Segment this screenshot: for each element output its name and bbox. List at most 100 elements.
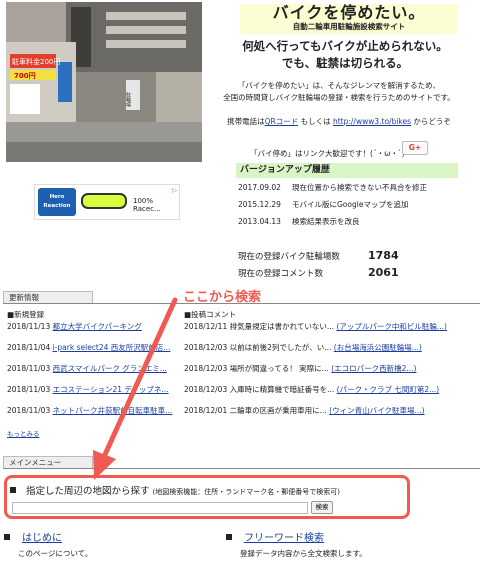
parking-count-label: 現在の登録バイク駐輪場数 (238, 252, 340, 262)
site-intro: 「バイクを停めたい」は、そんなジレンマを解消するため、 全国の時間貸しバイク駐輪… (198, 80, 480, 104)
comment-date: 2018/12/03 (184, 364, 228, 373)
comment-text: 場所が間違ってる！ 実際に... (229, 364, 329, 373)
section-divider (3, 468, 480, 469)
list-item: 2018/12/03 場所が間違ってる！ 実際に... (エコロパーク西新橋2.… (184, 364, 476, 385)
site-subtitle: 自動二輪車用駐輪施設検索サイト (292, 22, 406, 31)
mobile-access: 携帯電話はQRコード もしくは http://www3.to/bikes からど… (198, 116, 480, 127)
bullet-square-icon (4, 534, 10, 540)
menu-item-freeword: フリーワード検索 (226, 529, 324, 544)
ad-text: 100% Racec... (133, 197, 161, 213)
mobile-middle: もしくは (298, 117, 333, 126)
photo-sign: 700円 (14, 72, 36, 80)
item-date: 2018/11/13 (7, 322, 51, 331)
parking-count: 1784 (368, 249, 399, 262)
comment-date: 2018/12/03 (184, 385, 228, 394)
search-here-callout: ここから検索 (183, 290, 262, 305)
google-plus-button[interactable]: G+ (402, 141, 428, 155)
goggle-image (81, 193, 127, 209)
ad-choices-icon[interactable]: ▷ (172, 187, 177, 194)
link-free-notice: 「バイ停め」はリンク大歓迎です！(´・ω・`) (250, 149, 405, 158)
comment-text: 以前は前後2列でしたが、い... (229, 343, 332, 352)
list-item: 2018/12/03 以前は前後2列でしたが、い... (お台場海浜公園駐輪場.… (184, 343, 476, 364)
bullet-square-icon (10, 487, 16, 493)
item-link[interactable]: i-park select24 西友所沢駅前店... (53, 343, 171, 352)
parking-photo: 駐車料金200円 700円 駐輪場 (6, 2, 202, 162)
list-item: 2018/11/03 エコステーション21 ディップネ... (7, 385, 177, 406)
item-date: 2018/11/03 (7, 364, 51, 373)
history-date: 2013.04.13 (238, 217, 281, 226)
registration-stats: 現在の登録バイク駐輪場数 1784 現在の登録コメント数 2061 (238, 249, 399, 283)
photo-sign: 駐車料金200円 (12, 57, 60, 66)
comment-count: 2061 (368, 266, 399, 279)
list-item: 2018/11/04 i-park select24 西友所沢駅前店... (7, 343, 177, 364)
new-registrations: ■新規登録 2018/11/13 都立大学バイクパーキング 2018/11/04… (7, 309, 177, 438)
menu-item-intro: はじめに (4, 529, 62, 544)
comment-place-link[interactable]: (パーク・クラブ 七間町第2...) (337, 385, 440, 394)
item-date: 2018/11/03 (7, 385, 51, 394)
freeword-search-link[interactable]: フリーワード検索 (244, 533, 324, 544)
comment-count-row: 現在の登録コメント数 2061 (238, 266, 399, 283)
comment-text: 入庫時に精算機で暗証番号を... (229, 385, 335, 394)
intro-line-2: 全国の時間貸しバイク駐輪場の登録・検索を行うためのサイトです。 (223, 93, 455, 102)
map-search-title: 指定した周辺の地図から探す (地図検索機能：住所・ランドマーク名・郵便番号で検索… (10, 483, 340, 497)
item-link[interactable]: 都立大学バイクパーキング (53, 322, 142, 331)
history-row: 2017.09.02 現在位置から検索できない不具合を修正 (238, 182, 474, 193)
see-more-link[interactable]: もっとみる (7, 428, 40, 438)
catch-line-2: でも、駐禁は切られる。 (281, 56, 409, 70)
catch-copy: 何処へ行ってもバイクが止められない。 でも、駐禁は切られる。 (210, 38, 480, 72)
history-row: 2015.12.29 モバイル版にGoogleマップを追加 (238, 199, 474, 210)
item-date: 2018/11/04 (7, 343, 51, 352)
list-item: 2018/12/01 二輪車の区画が乗用車用に... (ウィン青山バイク駐車場.… (184, 406, 476, 427)
comment-date: 2018/12/03 (184, 343, 228, 352)
intro-description: このページについて。 (18, 549, 93, 558)
comment-date: 2018/12/01 (184, 406, 228, 415)
version-history: 2017.09.02 現在位置から検索できない不具合を修正 2015.12.29… (238, 182, 474, 233)
comment-place-link[interactable]: (お台場海浜公園駐輪場...) (334, 343, 422, 352)
list-item: 2018/12/03 入庫時に精算機で暗証番号を... (パーク・クラブ 七間町… (184, 385, 476, 406)
map-search-note: (地図検索機能：住所・ランドマーク名・郵便番号で検索可) (152, 488, 341, 496)
mobile-prefix: 携帯電話は (227, 117, 265, 126)
list-item: 2018/12/11 排気量規定は書かれていない... (アップルパーク中和ビル… (184, 322, 476, 343)
version-history-title: バージョンアップ履歴 (236, 163, 458, 178)
history-date: 2015.12.29 (238, 200, 281, 209)
history-row: 2013.04.13 検索結果表示を改良 (238, 216, 474, 227)
list-item: 2018/11/13 都立大学バイクパーキング (7, 322, 177, 343)
history-date: 2017.09.02 (238, 183, 281, 192)
intro-line-1: 「バイクを停めたい」は、そんなジレンマを解消するため、 (237, 81, 441, 90)
comment-text: 二輪車の区画が乗用車用に... (229, 406, 327, 415)
item-link[interactable]: エコステーション21 ディップネ... (53, 385, 169, 394)
new-registrations-heading: ■新規登録 (7, 310, 45, 319)
advertisement-banner[interactable]: Hero Reaction 100% Racec... ▷ (34, 184, 180, 220)
item-link[interactable]: ネットパーク井荻駅前自転車駐車... (53, 406, 173, 415)
comment-text: 排気量規定は書かれていない... (229, 322, 335, 331)
site-title: バイクを停めたい。 (272, 3, 426, 22)
item-date: 2018/11/03 (7, 406, 51, 415)
search-button[interactable]: 検索 (311, 501, 333, 514)
map-search-input[interactable] (12, 502, 308, 514)
comment-place-link[interactable]: (エコロパーク西新橋2...) (331, 364, 416, 373)
item-link[interactable]: 西武スマイルパーク グランエミ... (53, 364, 167, 373)
list-item: 2018/11/03 西武スマイルパーク グランエミ... (7, 364, 177, 385)
parking-count-row: 現在の登録バイク駐輪場数 1784 (238, 249, 399, 266)
comment-date: 2018/12/11 (184, 322, 228, 331)
comment-count-label: 現在の登録コメント数 (238, 269, 324, 279)
ad-logo: Hero Reaction (38, 188, 76, 216)
freeword-description: 登録データ内容から全文検索します。 (240, 549, 367, 558)
photo-sign: 駐輪場 (125, 91, 131, 108)
qr-code-link[interactable]: QRコード (265, 117, 299, 126)
comment-place-link[interactable]: (アップルパーク中和ビル駐輪...) (336, 322, 447, 331)
map-search-label: 指定した周辺の地図から探す (26, 486, 150, 497)
history-text: モバイル版にGoogleマップを追加 (292, 200, 409, 209)
history-text: 現在位置から検索できない不具合を修正 (292, 183, 427, 192)
list-item: 2018/11/03 ネットパーク井荻駅前自転車駐車... (7, 406, 177, 427)
site-brand: バイクを停めたい。 自動二輪車用駐輪施設検索サイト (240, 4, 458, 34)
posted-comments-heading: ■投稿コメント (184, 310, 237, 319)
mobile-url-link[interactable]: http://www3.to/bikes (333, 117, 411, 126)
bullet-square-icon (226, 534, 232, 540)
catch-line-1: 何処へ行ってもバイクが止められない。 (242, 39, 448, 53)
posted-comments: ■投稿コメント 2018/12/11 排気量規定は書かれていない... (アップ… (184, 309, 476, 427)
main-menu-section-header: メインメニュー (0, 456, 480, 469)
mobile-suffix: からどうぞ (411, 117, 451, 126)
intro-link[interactable]: はじめに (22, 533, 62, 544)
comment-place-link[interactable]: (ウィン青山バイク駐車場...) (329, 406, 424, 415)
